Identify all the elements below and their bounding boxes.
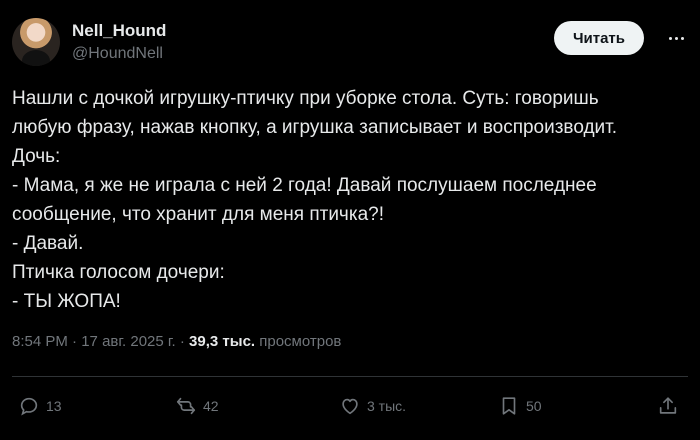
views-label: просмотров (259, 333, 342, 350)
repost-button[interactable]: 42 (175, 390, 219, 422)
like-count: 3 тыс. (367, 398, 407, 414)
like-button[interactable]: 3 тыс. (339, 390, 406, 422)
share-icon (659, 397, 677, 414)
like-icon (342, 398, 358, 415)
tweet-line: - Давай. (12, 233, 84, 254)
tweet-text: Нашли с дочкой игрушку-птичку при уборке… (12, 84, 688, 316)
action-bar: 13 42 3 тыс. 50 (12, 390, 688, 422)
reply-icon (20, 397, 38, 416)
bookmark-icon (502, 397, 516, 415)
author-names: Nell_Hound @HoundNell (72, 21, 166, 65)
bookmark-button[interactable]: 50 (498, 390, 542, 422)
tweet-line: Дочь: (12, 146, 61, 167)
avatar[interactable] (12, 18, 60, 66)
share-button[interactable] (657, 390, 679, 422)
tweet-line: сообщение, что хранит для меня птичка?! (12, 204, 384, 225)
tweet-date[interactable]: 17 авг. 2025 г. (81, 333, 175, 350)
tweet-line: - ТЫ ЖОПА! (12, 291, 121, 312)
reply-count: 13 (46, 398, 62, 414)
tweet-line: - Мама, я же не играла с ней 2 года! Дав… (12, 175, 597, 196)
tweet-line: Птичка голосом дочери: (12, 262, 225, 283)
tweet-meta: 8:54 PM · 17 авг. 2025 г. · 39,3 тыс. пр… (12, 333, 341, 350)
divider (12, 376, 688, 377)
tweet-line: любую фразу, нажав кнопку, а игрушка зап… (12, 117, 618, 138)
more-icon[interactable] (664, 26, 688, 50)
repost-count: 42 (203, 398, 219, 414)
follow-button[interactable]: Читать (553, 21, 644, 55)
author-display-name[interactable]: Nell_Hound (72, 21, 166, 41)
tweet: Nell_Hound @HoundNell Читать Нашли с доч… (0, 0, 700, 440)
author-handle[interactable]: @HoundNell (72, 43, 166, 65)
tweet-time[interactable]: 8:54 PM (12, 333, 68, 350)
meta-separator: · (72, 333, 78, 350)
meta-separator: · (179, 333, 185, 350)
reply-button[interactable]: 13 (18, 390, 62, 422)
repost-icon (176, 397, 196, 415)
tweet-line: Нашли с дочкой игрушку-птичку при уборке… (12, 88, 599, 109)
bookmark-count: 50 (526, 398, 542, 414)
tweet-header: Nell_Hound @HoundNell Читать (12, 14, 688, 70)
views-count[interactable]: 39,3 тыс. (189, 333, 255, 350)
